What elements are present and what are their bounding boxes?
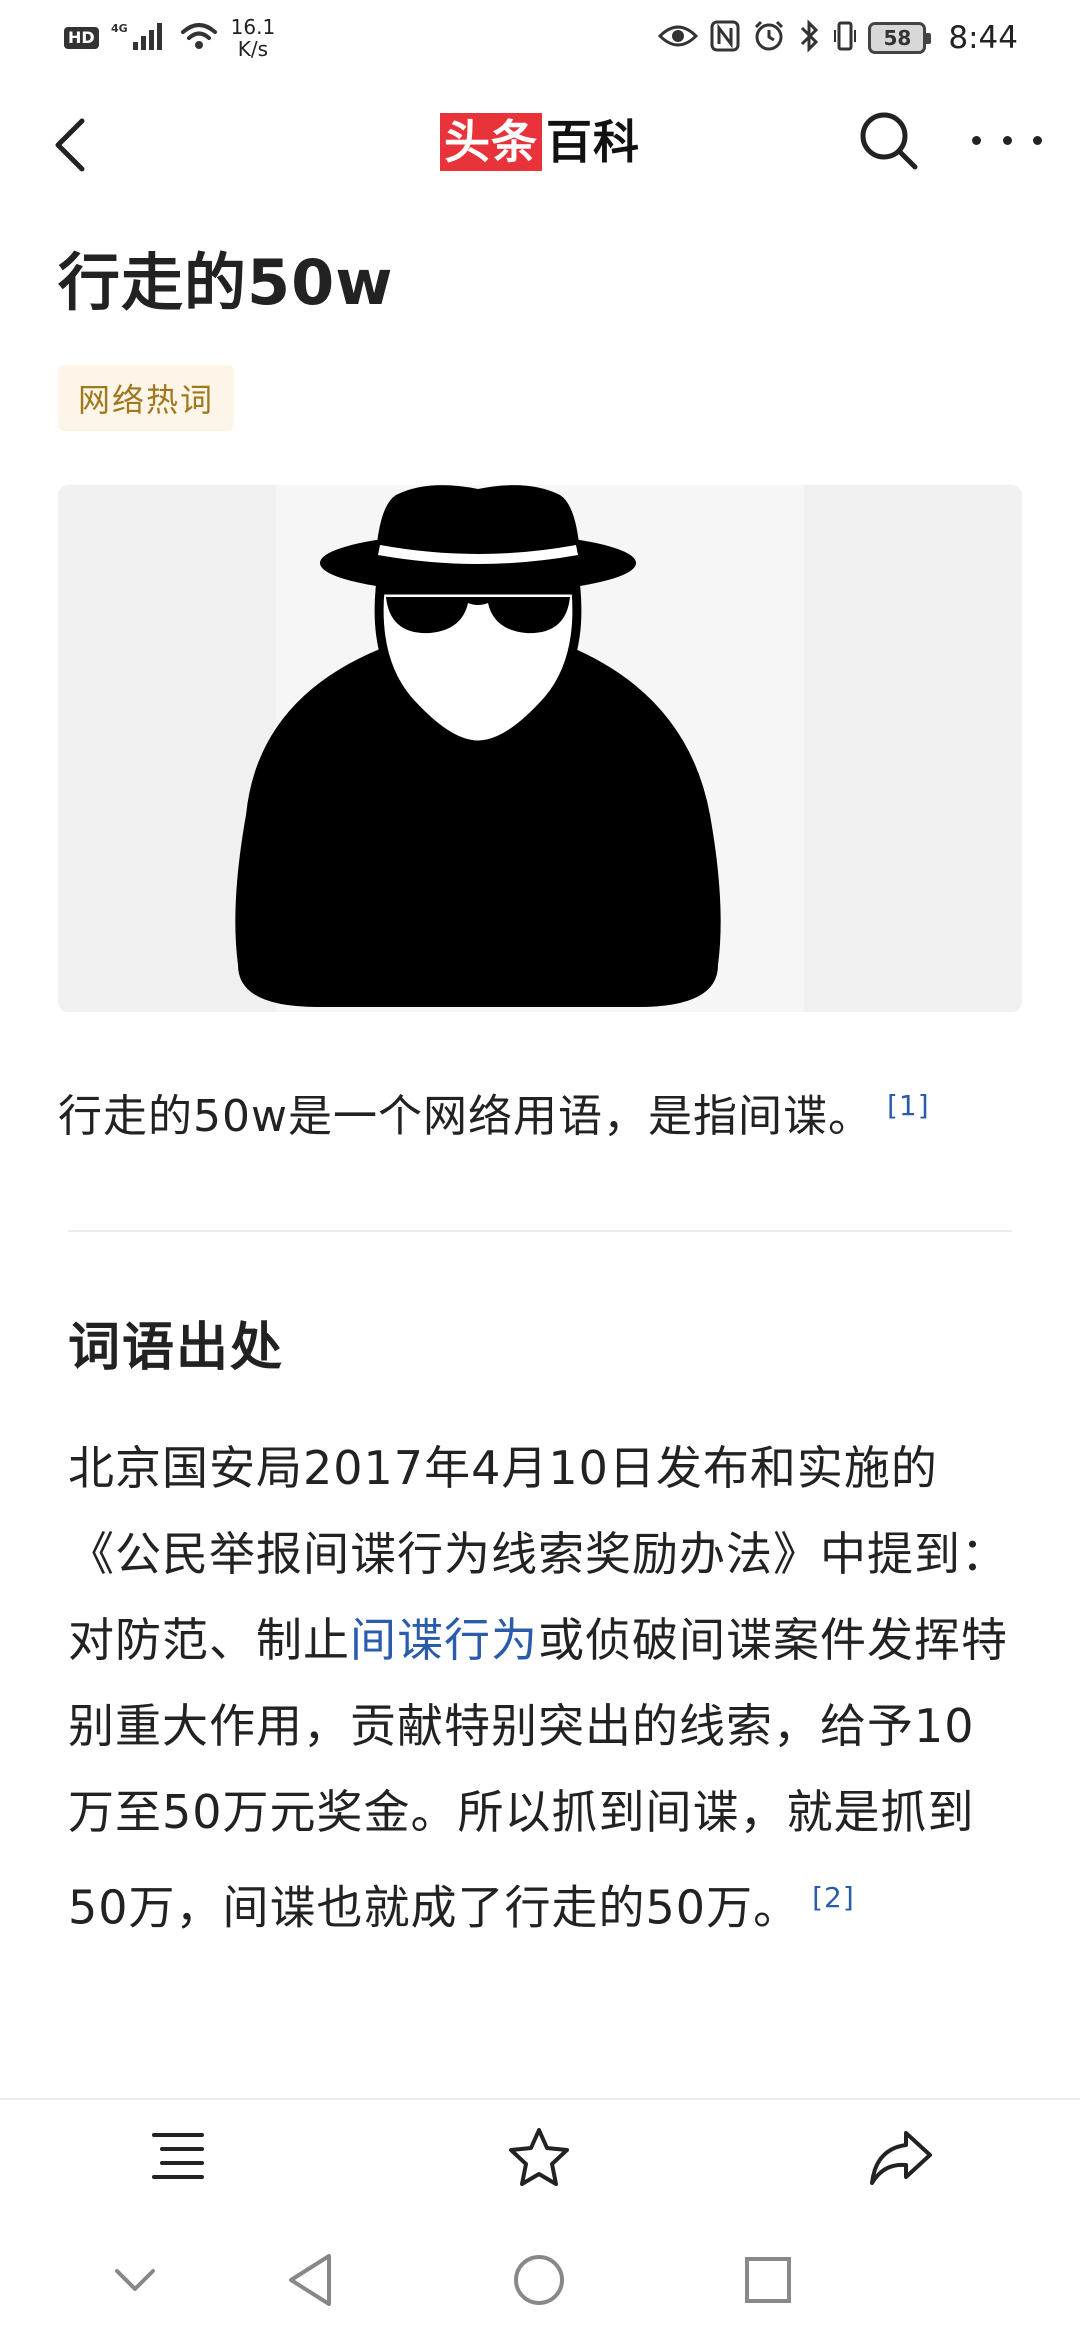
bluetooth-icon — [798, 18, 822, 57]
reference-link-2[interactable]: [2] — [812, 1881, 855, 1914]
more-icon-dot — [1033, 135, 1042, 145]
nfc-icon — [710, 20, 740, 56]
network-speed-value: 16.1 — [230, 14, 276, 39]
eye-icon — [658, 21, 699, 55]
system-back-button[interactable] — [280, 2250, 340, 2310]
bottom-toolbar — [0, 2098, 1080, 2210]
more-icon-dot — [1002, 135, 1012, 145]
circle-home-icon — [514, 2255, 564, 2305]
signal-icon: 4G — [111, 20, 167, 56]
status-right: 58 8:44 — [658, 18, 1018, 57]
star-icon — [509, 2128, 569, 2186]
share-icon — [870, 2131, 932, 2185]
contents-button[interactable] — [143, 2122, 213, 2192]
app-screen: HD 4G 16.1 K/s 58 8:44 头条 百科 行走的50w 网络热词… — [0, 0, 1080, 2340]
chevron-down-icon — [115, 2269, 155, 2291]
term-link[interactable]: 间谍行为 — [350, 1613, 538, 1667]
more-icon — [972, 135, 981, 145]
search-icon — [860, 112, 918, 170]
back-arrow-icon — [55, 118, 85, 172]
section-body: 北京国安局2017年4月10日发布和实施的《公民举报间谍行为线索奖励办法》中提到… — [68, 1425, 1018, 1950]
reference-link-1[interactable]: [1] — [887, 1089, 930, 1122]
back-button[interactable] — [40, 105, 100, 185]
section-divider — [68, 1230, 1012, 1232]
battery-indicator: 58 — [868, 21, 932, 54]
network-speed-unit: K/s — [237, 36, 269, 61]
hd-badge: HD — [64, 26, 99, 49]
top-navigation-bar: 头条 百科 — [0, 75, 1080, 205]
share-button[interactable] — [866, 2122, 936, 2192]
category-tag[interactable]: 网络热词 — [58, 365, 235, 431]
status-left: HD 4G 16.1 K/s — [64, 16, 275, 60]
more-button[interactable] — [972, 115, 1042, 165]
status-bar: HD 4G 16.1 K/s 58 8:44 — [0, 0, 1080, 75]
favorite-button[interactable] — [504, 2122, 574, 2192]
network-type-label: 4G — [111, 22, 128, 35]
search-button[interactable] — [855, 107, 921, 173]
hide-nav-button[interactable] — [105, 2250, 165, 2310]
triangle-back-icon — [289, 2254, 331, 2306]
contents-list-icon — [152, 2133, 204, 2179]
brand-logo: 头条 百科 — [440, 113, 640, 171]
system-recents-button[interactable] — [738, 2250, 798, 2310]
definition-text: 行走的50w是一个网络用语，是指间谍。 [1] — [58, 1080, 930, 1144]
clock: 8:44 — [948, 19, 1018, 56]
page-title: 行走的50w — [58, 246, 394, 319]
network-speed: 16.1 K/s — [231, 16, 276, 60]
system-home-button[interactable] — [509, 2250, 569, 2310]
system-navigation-bar — [0, 2210, 1080, 2340]
vibrate-icon — [834, 20, 857, 56]
illustration-image[interactable] — [58, 485, 1022, 1012]
definition-body: 行走的50w是一个网络用语，是指间谍。 — [58, 1091, 873, 1142]
brand-logo-part2: 百科 — [546, 115, 640, 169]
wifi-icon — [179, 20, 219, 56]
alarm-icon — [752, 19, 786, 57]
spy-silhouette-icon — [235, 485, 721, 1007]
section-heading: 词语出处 — [68, 1318, 285, 1378]
square-recents-icon — [745, 2257, 791, 2303]
brand-logo-part1: 头条 — [440, 113, 542, 171]
